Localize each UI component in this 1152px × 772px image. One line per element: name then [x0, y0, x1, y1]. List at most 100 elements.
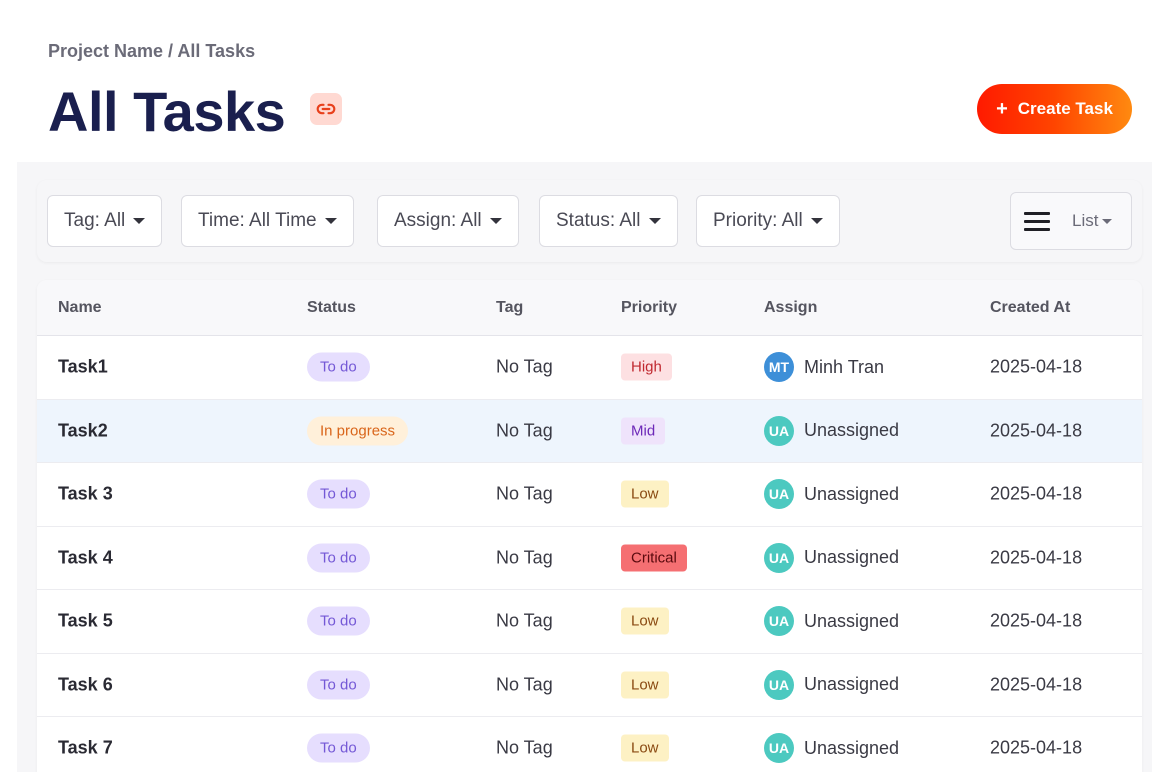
assignee[interactable]: UA Unassigned [764, 733, 900, 764]
task-tag: No Tag [496, 420, 553, 441]
assignee-name: Unassigned [804, 737, 900, 758]
header-assign[interactable]: Assign [764, 299, 817, 317]
avatar: UA [764, 606, 794, 637]
table-row[interactable]: Task1 To do No Tag High MT Minh Tran 2025-04-1… [37, 336, 1142, 400]
avatar: UA [764, 479, 794, 510]
table-header: Name Status Tag Priority Assign Created … [37, 280, 1142, 336]
task-name[interactable]: Task 7 [58, 738, 113, 759]
task-name[interactable]: Task 5 [58, 611, 113, 632]
time-filter-label: Time: All Time [198, 210, 317, 231]
created-at: 2025-04-18 [990, 420, 1083, 441]
table-row[interactable]: Task2 In progress No Tag Mid UA Unassigned 202… [37, 399, 1142, 463]
plus-icon: + [996, 97, 1008, 120]
priority-filter[interactable]: Priority: All [696, 195, 840, 247]
table-row[interactable]: Task 7 To do No Tag Low UA Unassigned 2025-04-… [37, 717, 1142, 772]
tag-filter[interactable]: Tag: All [47, 195, 163, 247]
created-at: 2025-04-18 [990, 547, 1083, 568]
link-icon [316, 103, 336, 115]
create-task-label: Create Task [1017, 99, 1113, 118]
page-title: All Tasks [48, 80, 286, 143]
header-priority[interactable]: Priority [621, 299, 677, 317]
task-tag: No Tag [496, 674, 553, 695]
status-badge: In progress [307, 416, 409, 446]
task-table: Name Status Tag Priority Assign Created … [37, 280, 1142, 772]
status-badge: To do [307, 733, 370, 763]
task-name[interactable]: Task1 [58, 357, 108, 378]
chevron-down-icon [810, 218, 823, 224]
created-at: 2025-04-18 [990, 356, 1083, 377]
chevron-down-icon [1102, 218, 1113, 224]
chevron-down-icon [648, 218, 661, 224]
avatar: UA [764, 733, 794, 764]
assignee-name: Unassigned [804, 610, 900, 631]
header-tag[interactable]: Tag [496, 299, 523, 317]
assignee-name: Unassigned [804, 547, 900, 568]
create-task-button[interactable]: + Create Task [977, 84, 1132, 134]
content-area: Tag: All Time: All Time Assign: All Stat… [17, 162, 1152, 772]
filter-bar: Tag: All Time: All Time Assign: All Stat… [37, 180, 1142, 262]
avatar: UA [764, 415, 794, 446]
priority-badge: Mid [621, 417, 666, 445]
avatar: MT [764, 352, 794, 383]
assignee[interactable]: UA Unassigned [764, 415, 900, 446]
task-tag: No Tag [496, 610, 553, 631]
assign-filter-label: Assign: All [394, 210, 482, 231]
priority-badge: Low [621, 734, 669, 762]
assignee-name: Unassigned [804, 483, 900, 504]
avatar: UA [764, 542, 794, 573]
table-body: Task1 To do No Tag High MT Minh Tran 2025-04-1… [37, 336, 1142, 772]
copy-link-button[interactable] [310, 93, 342, 125]
assignee[interactable]: UA Unassigned [764, 606, 900, 637]
priority-badge: Low [621, 607, 669, 635]
priority-filter-label: Priority: All [713, 210, 803, 231]
created-at: 2025-04-18 [990, 610, 1083, 631]
task-tag: No Tag [496, 737, 553, 758]
chevron-down-icon [489, 218, 502, 224]
assignee[interactable]: UA Unassigned [764, 542, 900, 573]
table-row[interactable]: Task 5 To do No Tag Low UA Unassigned 2025-04-… [37, 590, 1142, 654]
priority-badge: Low [621, 480, 669, 508]
assignee[interactable]: UA Unassigned [764, 669, 900, 700]
priority-badge: High [621, 353, 672, 381]
assignee[interactable]: UA Unassigned [764, 479, 900, 510]
created-at: 2025-04-18 [990, 737, 1083, 758]
task-tag: No Tag [496, 547, 553, 568]
status-badge: To do [307, 606, 370, 636]
avatar: UA [764, 669, 794, 700]
chevron-down-icon [324, 218, 337, 224]
status-badge: To do [307, 670, 370, 700]
assignee[interactable]: MT Minh Tran [764, 352, 885, 383]
priority-badge: Critical [621, 544, 687, 572]
table-row[interactable]: Task 3 To do No Tag Low UA Unassigned 2025-04-… [37, 463, 1142, 527]
view-label: List [1072, 211, 1099, 230]
task-name[interactable]: Task2 [58, 420, 108, 441]
assign-filter[interactable]: Assign: All [377, 195, 519, 247]
priority-badge: Low [621, 671, 669, 699]
chevron-down-icon [133, 218, 146, 224]
assignee-name: Minh Tran [804, 356, 885, 377]
table-row[interactable]: Task 4 To do No Tag Critical UA Unassigned 202… [37, 527, 1142, 590]
status-filter[interactable]: Status: All [539, 195, 678, 247]
hamburger-icon [1024, 211, 1050, 231]
breadcrumb[interactable]: Project Name / All Tasks [48, 41, 255, 62]
task-tag: No Tag [496, 356, 553, 377]
status-badge: To do [307, 479, 370, 509]
task-tag: No Tag [496, 483, 553, 504]
header-status[interactable]: Status [307, 299, 356, 317]
header-name[interactable]: Name [58, 299, 102, 317]
task-name[interactable]: Task 6 [58, 674, 113, 695]
table-row[interactable]: Task 6 To do No Tag Low UA Unassigned 2025-04-… [37, 654, 1142, 717]
task-name[interactable]: Task 3 [58, 484, 113, 505]
assignee-name: Unassigned [804, 420, 900, 441]
created-at: 2025-04-18 [990, 483, 1083, 504]
status-badge: To do [307, 543, 370, 573]
tag-filter-label: Tag: All [64, 210, 126, 231]
task-name[interactable]: Task 4 [58, 547, 113, 568]
view-toggle[interactable]: List [1010, 192, 1132, 250]
time-filter[interactable]: Time: All Time [181, 195, 354, 247]
created-at: 2025-04-18 [990, 674, 1083, 695]
status-badge: To do [307, 352, 370, 382]
assignee-name: Unassigned [804, 674, 900, 695]
status-filter-label: Status: All [556, 210, 641, 231]
header-created-at[interactable]: Created At [990, 299, 1070, 317]
